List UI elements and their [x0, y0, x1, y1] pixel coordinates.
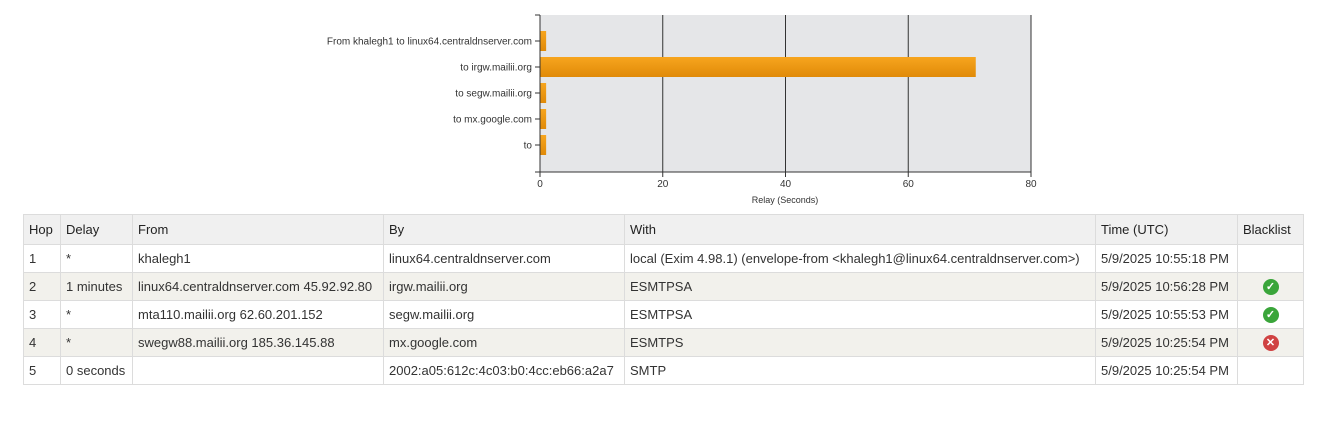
- y-tick-label: to segw.mailii.org: [455, 89, 532, 100]
- y-tick-label: to: [524, 141, 533, 152]
- table-row: 4 * swegw88.mailii.org 185.36.145.88 mx.…: [23, 328, 1304, 357]
- col-header-with: With: [624, 214, 1096, 245]
- delay-cell: *: [60, 244, 133, 273]
- y-tick-labels: From khalegh1 to linux64.centraldnserver…: [327, 14, 540, 173]
- hop-table: Hop Delay From By With Time (UTC) Blackl…: [23, 214, 1304, 385]
- delay-cell: 1 minutes: [60, 272, 133, 301]
- time-cell: 5/9/2025 10:55:18 PM: [1095, 244, 1238, 273]
- hop-cell: 2: [23, 272, 61, 301]
- bar: [540, 109, 547, 129]
- x-axis-title: Relay (Seconds): [752, 195, 819, 205]
- time-cell: 5/9/2025 10:56:28 PM: [1095, 272, 1238, 301]
- x-tick-label: 60: [903, 179, 915, 190]
- from-cell: khalegh1: [132, 244, 384, 273]
- table-row: 5 0 seconds 2002:a05:612c:4c03:b0:4cc:eb…: [23, 356, 1304, 385]
- table-row: 1 * khalegh1 linux64.centraldnserver.com…: [23, 244, 1304, 273]
- blacklist-cell: ✕: [1237, 328, 1304, 357]
- col-header-from: From: [132, 214, 384, 245]
- x-tick-label: 80: [1025, 179, 1037, 190]
- from-cell: linux64.centraldnserver.com 45.92.92.80: [132, 272, 384, 301]
- with-cell: local (Exim 4.98.1) (envelope-from <khal…: [624, 244, 1096, 273]
- by-cell: 2002:a05:612c:4c03:b0:4cc:eb66:a2a7: [383, 356, 625, 385]
- check-circle-icon: ✓: [1262, 278, 1279, 295]
- col-header-delay: Delay: [60, 214, 133, 245]
- x-tick-label: 40: [780, 179, 792, 190]
- col-header-time: Time (UTC): [1095, 214, 1238, 245]
- delay-cell: 0 seconds: [60, 356, 133, 385]
- col-header-by: By: [383, 214, 625, 245]
- by-cell: mx.google.com: [383, 328, 625, 357]
- col-header-hop: Hop: [23, 214, 61, 245]
- hop-cell: 4: [23, 328, 61, 357]
- from-cell: swegw88.mailii.org 185.36.145.88: [132, 328, 384, 357]
- with-cell: ESMTPSA: [624, 272, 1096, 301]
- time-cell: 5/9/2025 10:55:53 PM: [1095, 300, 1238, 329]
- x-circle-icon: ✕: [1262, 334, 1279, 351]
- bar: [540, 57, 976, 77]
- bar: [540, 83, 547, 103]
- x-tick-labels: 0 20 40 60 80: [537, 172, 1037, 190]
- with-cell: ESMTPS: [624, 328, 1096, 357]
- table-row: 3 * mta110.mailii.org 62.60.201.152 segw…: [23, 300, 1304, 329]
- blacklist-cell: ✓: [1237, 272, 1304, 301]
- delay-cell: *: [60, 300, 133, 329]
- from-cell: mta110.mailii.org 62.60.201.152: [132, 300, 384, 329]
- relay-chart: From khalegh1 to linux64.centraldnserver…: [327, 14, 1037, 205]
- check-circle-icon: ✓: [1262, 306, 1279, 323]
- x-tick-label: 20: [657, 179, 669, 190]
- with-cell: ESMTPSA: [624, 300, 1096, 329]
- table-row: 2 1 minutes linux64.centraldnserver.com …: [23, 272, 1304, 301]
- hop-cell: 1: [23, 244, 61, 273]
- blacklist-cell: [1237, 356, 1304, 385]
- y-tick-label: to mx.google.com: [453, 115, 532, 126]
- by-cell: irgw.mailii.org: [383, 272, 625, 301]
- x-tick-label: 0: [537, 179, 543, 190]
- with-cell: SMTP: [624, 356, 1096, 385]
- hop-cell: 5: [23, 356, 61, 385]
- by-cell: segw.mailii.org: [383, 300, 625, 329]
- y-tick-label: to irgw.mailii.org: [460, 63, 532, 74]
- time-cell: 5/9/2025 10:25:54 PM: [1095, 356, 1238, 385]
- bar: [540, 31, 547, 51]
- time-cell: 5/9/2025 10:25:54 PM: [1095, 328, 1238, 357]
- blacklist-cell: ✓: [1237, 300, 1304, 329]
- blacklist-cell: [1237, 244, 1304, 273]
- col-header-blacklist: Blacklist: [1237, 214, 1304, 245]
- table-header-row: Hop Delay From By With Time (UTC) Blackl…: [23, 214, 1304, 245]
- delay-cell: *: [60, 328, 133, 357]
- by-cell: linux64.centraldnserver.com: [383, 244, 625, 273]
- bar: [540, 135, 547, 155]
- hop-cell: 3: [23, 300, 61, 329]
- from-cell: [132, 356, 384, 385]
- y-tick-label: From khalegh1 to linux64.centraldnserver…: [327, 37, 532, 48]
